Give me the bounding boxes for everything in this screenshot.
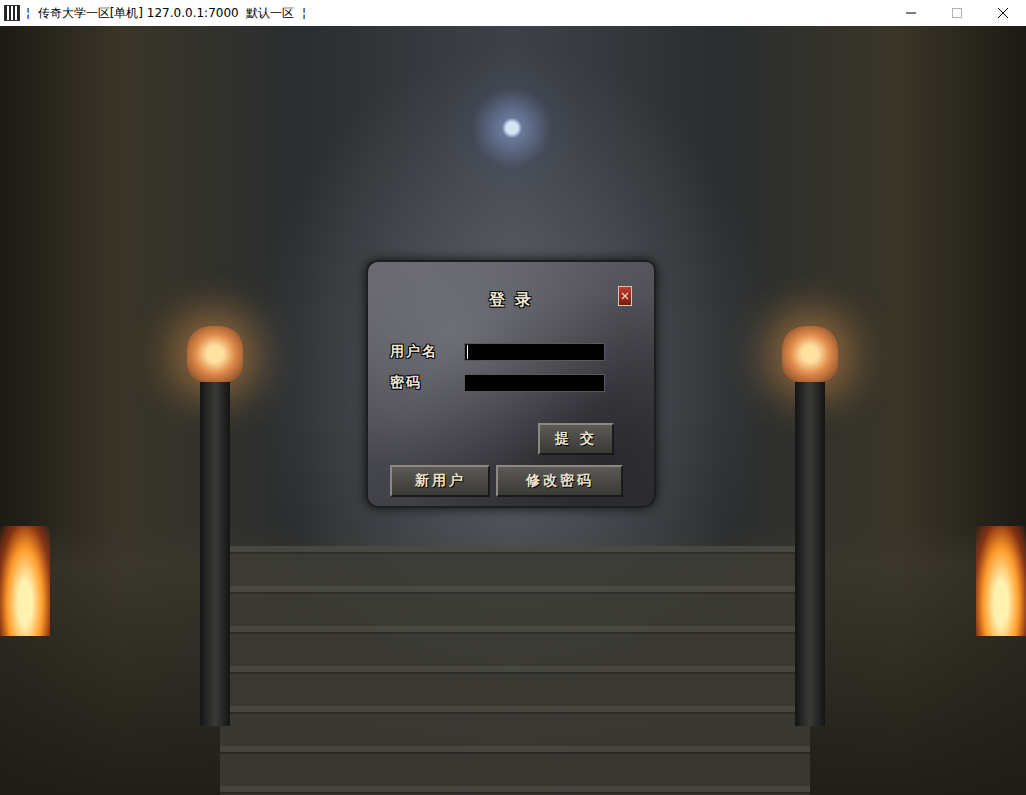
stone-steps xyxy=(220,546,810,795)
submit-button[interactable]: 提 交 xyxy=(538,423,614,455)
torch-post xyxy=(200,382,230,726)
close-button[interactable] xyxy=(980,0,1026,26)
right-flame xyxy=(976,526,1026,636)
close-icon xyxy=(621,292,629,300)
text-caret xyxy=(467,345,468,359)
app-window: ¦ 传奇大学一区[单机] 127.0.0.1:7000 默认一区 ¦ 登 录用户名… xyxy=(0,0,1026,795)
minimize-icon xyxy=(905,7,917,19)
right-torch xyxy=(780,326,840,726)
maximize-button xyxy=(934,0,980,26)
lamp xyxy=(782,326,838,382)
field-label: 用户名 xyxy=(390,343,464,361)
maximize-icon xyxy=(951,7,963,19)
app-icon xyxy=(4,5,20,21)
close-button[interactable] xyxy=(618,286,632,306)
login-dialog: 登 录用户名密码提 交新用户修改密码 xyxy=(366,260,656,508)
torch-post xyxy=(795,382,825,726)
window-controls xyxy=(888,0,1026,26)
stone-button[interactable]: 新用户 xyxy=(390,465,490,497)
field-label: 密码 xyxy=(390,374,464,392)
submit-wrap: 提 交 xyxy=(538,423,614,455)
field-row: 用户名 xyxy=(390,343,632,361)
minimize-button[interactable] xyxy=(888,0,934,26)
left-flame xyxy=(0,526,50,636)
stone-button[interactable]: 修改密码 xyxy=(496,465,623,497)
title-bar: ¦ 传奇大学一区[单机] 127.0.0.1:7000 默认一区 ¦ xyxy=(0,0,1026,26)
login-fields: 用户名密码 xyxy=(390,343,632,392)
left-torch xyxy=(185,326,245,726)
close-icon xyxy=(997,7,1009,19)
password-input[interactable] xyxy=(464,374,605,392)
bottom-buttons: 新用户修改密码 xyxy=(390,465,632,497)
lamp xyxy=(187,326,243,382)
window-title: ¦ 传奇大学一区[单机] 127.0.0.1:7000 默认一区 ¦ xyxy=(26,5,888,22)
username-input[interactable] xyxy=(464,343,605,361)
game-scene: 登 录用户名密码提 交新用户修改密码 xyxy=(0,26,1026,795)
dialog-title: 登 录 xyxy=(390,290,632,312)
field-row: 密码 xyxy=(390,374,632,392)
